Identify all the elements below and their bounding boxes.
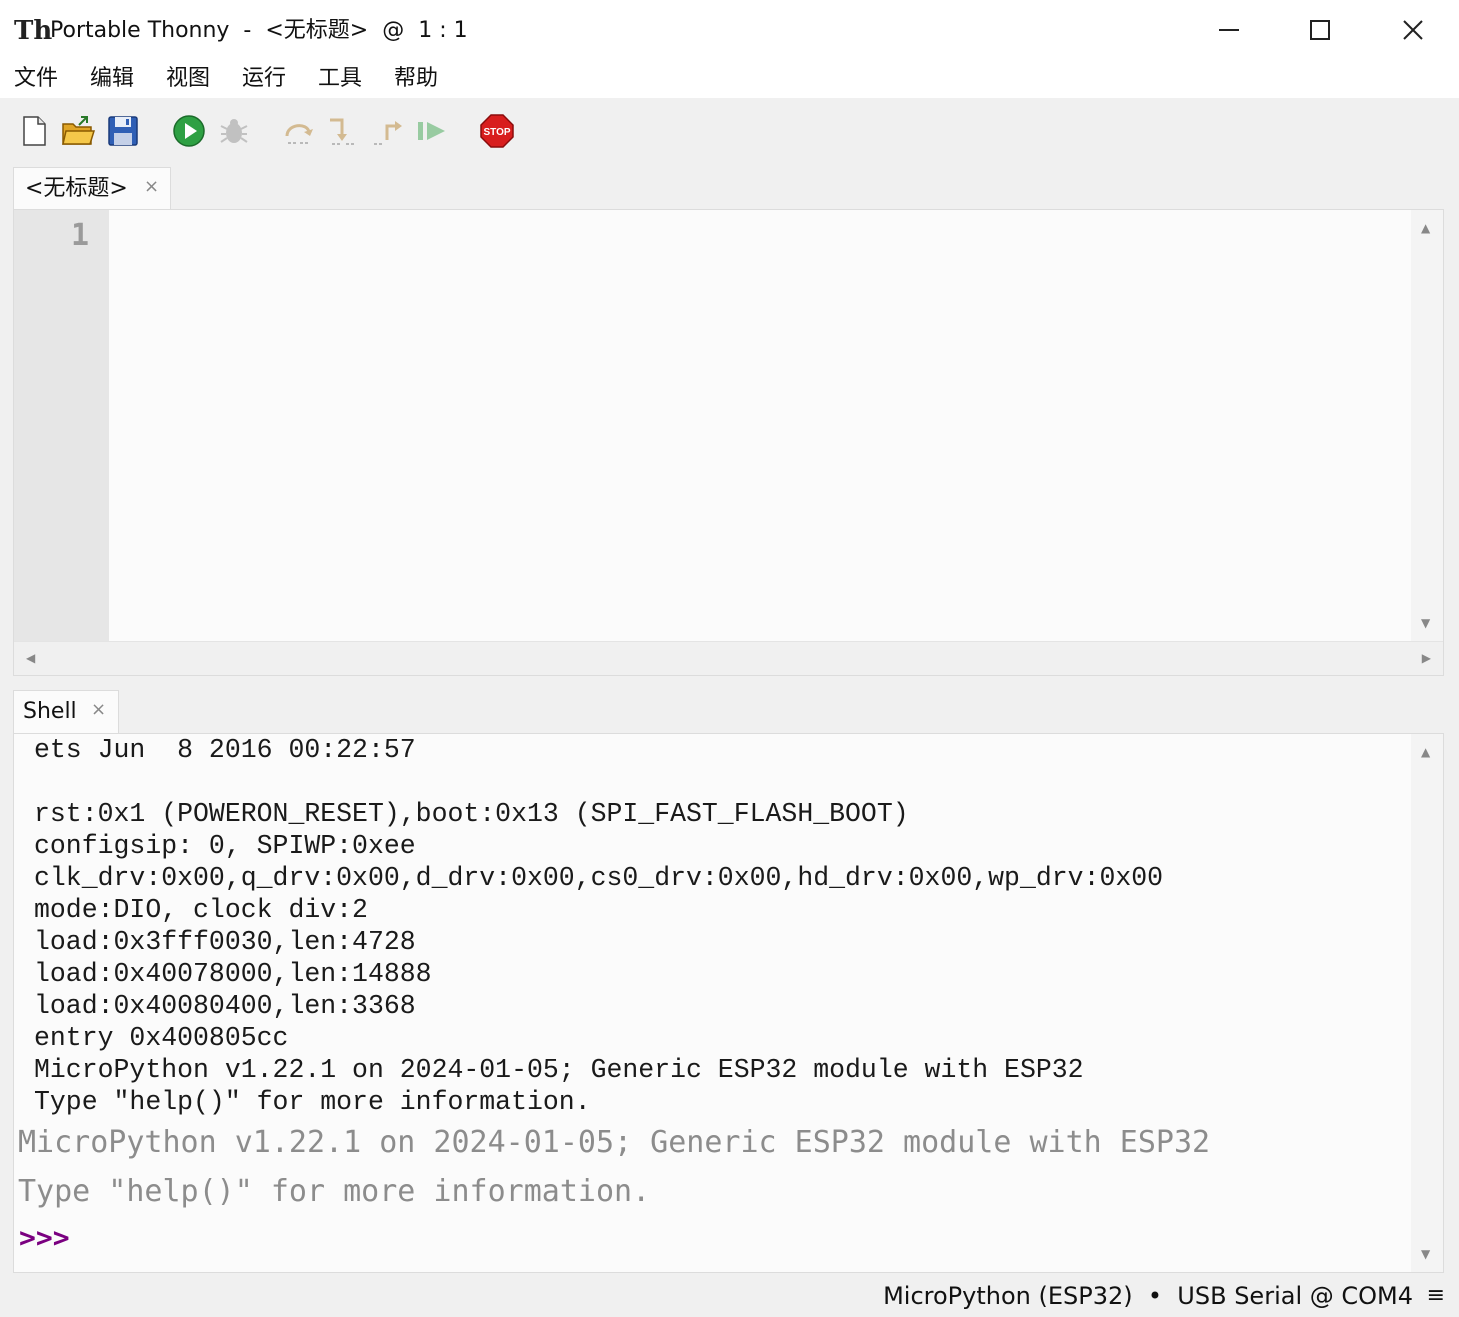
shell-output-line: ets Jun 8 2016 00:22:57 bbox=[34, 735, 416, 765]
stop-button[interactable]: STOP bbox=[480, 114, 514, 148]
thonny-app-icon: Th bbox=[14, 16, 53, 46]
save-disk-icon bbox=[108, 116, 138, 146]
step-out-button[interactable] bbox=[371, 114, 405, 148]
window-title: Portable Thonny - <无标题> @ 1 : 1 bbox=[50, 18, 468, 43]
tab-shell-close-icon[interactable]: × bbox=[91, 700, 106, 720]
interpreter-status[interactable]: MicroPython (ESP32) • USB Serial @ COM4 bbox=[883, 1281, 1413, 1311]
menu-view[interactable]: 视图 bbox=[166, 64, 210, 94]
open-folder-icon bbox=[62, 116, 96, 145]
shell-output-line: Type "help()" for more information. bbox=[34, 1087, 591, 1117]
close-icon bbox=[1403, 20, 1423, 40]
tab-shell[interactable]: Shell × bbox=[13, 690, 119, 734]
scroll-up-arrow-icon[interactable]: ▲ bbox=[1421, 746, 1430, 758]
scroll-left-arrow-icon[interactable]: ◀ bbox=[26, 652, 35, 664]
maximize-icon bbox=[1310, 20, 1330, 40]
shell-banner-line: MicroPython v1.22.1 on 2024-01-05; Gener… bbox=[18, 1125, 1211, 1160]
menu-file[interactable]: 文件 bbox=[14, 64, 58, 94]
minimize-icon bbox=[1219, 29, 1239, 31]
title-bar: Th Portable Thonny - <无标题> @ 1 : 1 bbox=[0, 0, 1459, 60]
svg-text:STOP: STOP bbox=[483, 127, 510, 138]
shell-console[interactable]: ets Jun 8 2016 00:22:57 rst:0x1 (POWERON… bbox=[13, 733, 1444, 1273]
line-number: 1 bbox=[70, 218, 89, 253]
step-over-icon bbox=[285, 124, 313, 144]
run-button[interactable] bbox=[172, 114, 206, 148]
tab-untitled-close-icon[interactable]: × bbox=[144, 177, 159, 197]
shell-output-line: load:0x3fff0030,len:4728 bbox=[34, 927, 416, 957]
shell-output-line: load:0x40080400,len:3368 bbox=[34, 991, 416, 1021]
debug-bug-icon bbox=[220, 119, 248, 143]
hamburger-menu-icon[interactable]: ≡ bbox=[1427, 1281, 1445, 1311]
shell-prompt: >>> bbox=[19, 1221, 70, 1254]
shell-output-line: clk_drv:0x00,q_drv:0x00,d_drv:0x00,cs0_d… bbox=[34, 863, 1164, 893]
step-into-button[interactable] bbox=[326, 114, 360, 148]
shell-output-line: load:0x40078000,len:14888 bbox=[34, 959, 432, 989]
run-icon bbox=[173, 115, 205, 147]
stop-icon: STOP bbox=[480, 114, 514, 148]
debug-button[interactable] bbox=[217, 114, 251, 148]
scroll-down-arrow-icon[interactable]: ▼ bbox=[1421, 617, 1430, 629]
menu-run[interactable]: 运行 bbox=[242, 64, 286, 94]
maximize-button[interactable] bbox=[1274, 0, 1366, 60]
tab-untitled[interactable]: <无标题> × bbox=[13, 167, 171, 210]
scroll-up-arrow-icon[interactable]: ▲ bbox=[1421, 222, 1430, 234]
shell-banner-line: Type "help()" for more information. bbox=[18, 1174, 651, 1209]
shell-output-line: entry 0x400805cc bbox=[34, 1023, 289, 1053]
resume-icon bbox=[418, 122, 445, 140]
close-window-button[interactable] bbox=[1367, 0, 1459, 60]
scroll-right-arrow-icon[interactable]: ▶ bbox=[1422, 652, 1431, 664]
open-file-button[interactable] bbox=[61, 114, 96, 148]
scroll-down-arrow-icon[interactable]: ▼ bbox=[1421, 1248, 1430, 1260]
shell-output-line: rst:0x1 (POWERON_RESET),boot:0x13 (SPI_F… bbox=[34, 799, 909, 829]
menu-bar: 文件 编辑 视图 运行 工具 帮助 bbox=[0, 60, 1459, 98]
step-over-button[interactable] bbox=[282, 114, 316, 148]
line-number-gutter: 1 bbox=[14, 210, 109, 641]
shell-vertical-scrollbar[interactable]: ▲ ▼ bbox=[1411, 734, 1443, 1272]
resume-button[interactable] bbox=[415, 114, 449, 148]
shell-output-line: configsip: 0, SPIWP:0xee bbox=[34, 831, 416, 861]
minimize-button[interactable] bbox=[1183, 0, 1275, 60]
code-editor[interactable]: 1 ▲ ▼ ◀ ▶ bbox=[13, 209, 1444, 676]
step-out-icon bbox=[374, 121, 402, 145]
tab-untitled-label: <无标题> bbox=[25, 176, 128, 201]
menu-edit[interactable]: 编辑 bbox=[90, 64, 134, 94]
menu-tools[interactable]: 工具 bbox=[318, 64, 362, 94]
toolbar: STOP bbox=[0, 98, 1459, 164]
step-into-icon bbox=[330, 118, 356, 145]
new-file-icon bbox=[23, 116, 46, 146]
menu-help[interactable]: 帮助 bbox=[394, 64, 438, 94]
tab-shell-label: Shell bbox=[23, 699, 77, 724]
editor-horizontal-scrollbar[interactable]: ◀ ▶ bbox=[14, 641, 1443, 675]
shell-output-line: mode:DIO, clock div:2 bbox=[34, 895, 368, 925]
shell-output-line: MicroPython v1.22.1 on 2024-01-05; Gener… bbox=[34, 1055, 1084, 1085]
editor-vertical-scrollbar[interactable]: ▲ ▼ bbox=[1411, 210, 1443, 641]
new-file-button[interactable] bbox=[17, 114, 51, 148]
status-bar: MicroPython (ESP32) • USB Serial @ COM4 … bbox=[0, 1276, 1459, 1317]
save-button[interactable] bbox=[106, 114, 140, 148]
